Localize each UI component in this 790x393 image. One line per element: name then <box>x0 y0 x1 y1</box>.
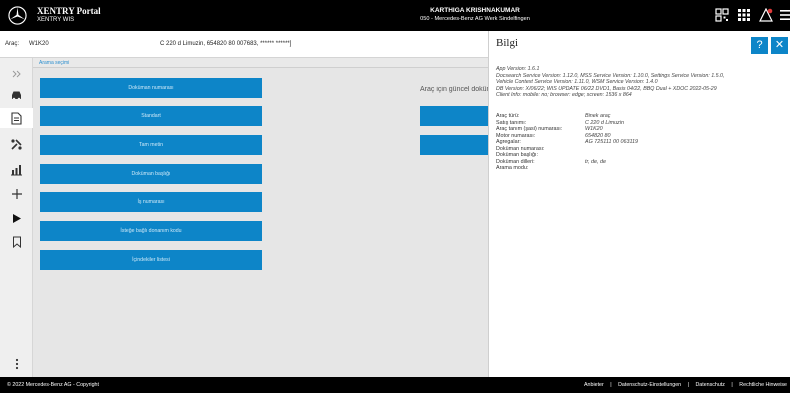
footer-link-provider[interactable]: Anbieter <box>584 382 604 388</box>
detail-value: AG 725111 00 063119 <box>585 139 639 145</box>
repair-icon[interactable] <box>9 137 24 152</box>
brand-title: XENTRY Portal <box>37 6 101 16</box>
play-icon[interactable] <box>9 211 24 226</box>
brand[interactable]: XENTRY Portal XENTRY WIS <box>37 6 101 24</box>
vehicle-label: Araç: <box>5 41 20 47</box>
main-content: Arama seçimi Doküman numarası Standart T… <box>33 58 488 377</box>
version-line: DB Version: X/06/22; WIS UPDATE 06/22 DV… <box>496 85 717 92</box>
document-number-button[interactable]: Doküman numarası <box>40 78 262 98</box>
detail-value: tr, de, de <box>585 158 606 165</box>
breadcrumb[interactable]: Arama seçimi <box>33 58 488 68</box>
help-button[interactable]: ? <box>751 37 768 54</box>
footer-link-privacy-settings[interactable]: Datenschutz-Einstellungen <box>618 382 681 388</box>
vehicle-bar[interactable]: Araç: W1K20 C 220 d Limuzin, 654820 80 0… <box>0 31 488 58</box>
detail-key: Arama modu: <box>496 165 529 171</box>
footer-separator: | <box>687 382 689 388</box>
vehicle-vin: W1K20 <box>29 41 49 47</box>
job-number-button[interactable]: İş numarası <box>40 192 262 212</box>
apps-grid-icon[interactable] <box>737 8 751 22</box>
copyright-text: © 2022 Mercedes-Benz AG - Copyright <box>7 382 99 388</box>
user-org: 050 - Mercedes-Benz AG Werk Sindelfingen <box>420 16 530 22</box>
footer: © 2022 Mercedes-Benz AG - Copyright Anbi… <box>0 377 790 393</box>
alert-icon[interactable] <box>759 8 773 22</box>
version-line: Client Info: mobile: no; browser: edge; … <box>496 92 632 99</box>
optional-equipment-code-button[interactable]: İsteğe bağlı donanım kodu <box>40 221 262 241</box>
version-line: Vehicle Context Service Version: 1.11.0,… <box>496 79 658 86</box>
bookmark-icon[interactable] <box>9 234 24 249</box>
table-of-contents-button[interactable]: İçindekiler listesi <box>40 250 262 270</box>
info-panel: Bilgi ? ✕ App Version: 1.6.1 Docsearch S… <box>488 31 790 377</box>
car-icon[interactable] <box>9 88 24 103</box>
footer-separator: | <box>731 382 733 388</box>
document-icon[interactable] <box>0 108 33 128</box>
footer-link-privacy[interactable]: Datenschutz <box>695 382 724 388</box>
chart-icon[interactable] <box>9 162 24 177</box>
standard-button[interactable]: Standart <box>40 106 262 126</box>
detail-row: Arama modu: <box>496 165 786 172</box>
document-title-button[interactable]: Doküman başlığı <box>40 164 262 184</box>
current-documents-title: Araç için güncel doküman <box>420 86 488 93</box>
version-line: Docsearch Service Version: 1.12.0, MSS S… <box>496 72 725 79</box>
footer-separator: | <box>610 382 612 388</box>
menu-icon[interactable] <box>779 8 790 22</box>
app-window: XENTRY Portal XENTRY WIS KARTHIGA KRISHN… <box>0 0 790 393</box>
top-header: XENTRY Portal XENTRY WIS KARTHIGA KRISHN… <box>0 0 790 31</box>
footer-links: Anbieter | Datenschutz-Einstellungen | D… <box>584 382 787 388</box>
full-text-button[interactable]: Tam metin <box>40 135 262 155</box>
user-name: KARTHIGA KRISHNAKUMAR <box>430 7 520 14</box>
user-info: KARTHIGA KRISHNAKUMAR 050 - Mercedes-Ben… <box>300 7 650 23</box>
plus-icon[interactable] <box>9 186 24 201</box>
panel-title: Bilgi <box>496 37 519 49</box>
current-documents-button-2[interactable] <box>420 135 488 155</box>
version-line: App Version: 1.6.1 <box>496 66 540 72</box>
close-button[interactable]: ✕ <box>771 37 788 54</box>
vehicle-details: Araç türü: Binek araç Satış tanımı: C 220 … <box>496 113 786 172</box>
left-nav <box>0 58 33 377</box>
mercedes-star-logo[interactable] <box>8 6 27 25</box>
vehicle-description: C 220 d Limuzin, 654820 80 007683, *****… <box>160 41 292 47</box>
version-info: App Version: 1.6.1 Docsearch Service Ver… <box>496 66 788 99</box>
footer-link-legal[interactable]: Rechtliche Hinweise <box>739 382 787 388</box>
more-icon[interactable] <box>9 356 24 371</box>
current-documents-button-1[interactable] <box>420 106 488 126</box>
qr-code-icon[interactable] <box>715 8 729 22</box>
brand-subtitle: XENTRY WIS <box>37 17 75 23</box>
collapse-icon[interactable] <box>9 66 24 81</box>
